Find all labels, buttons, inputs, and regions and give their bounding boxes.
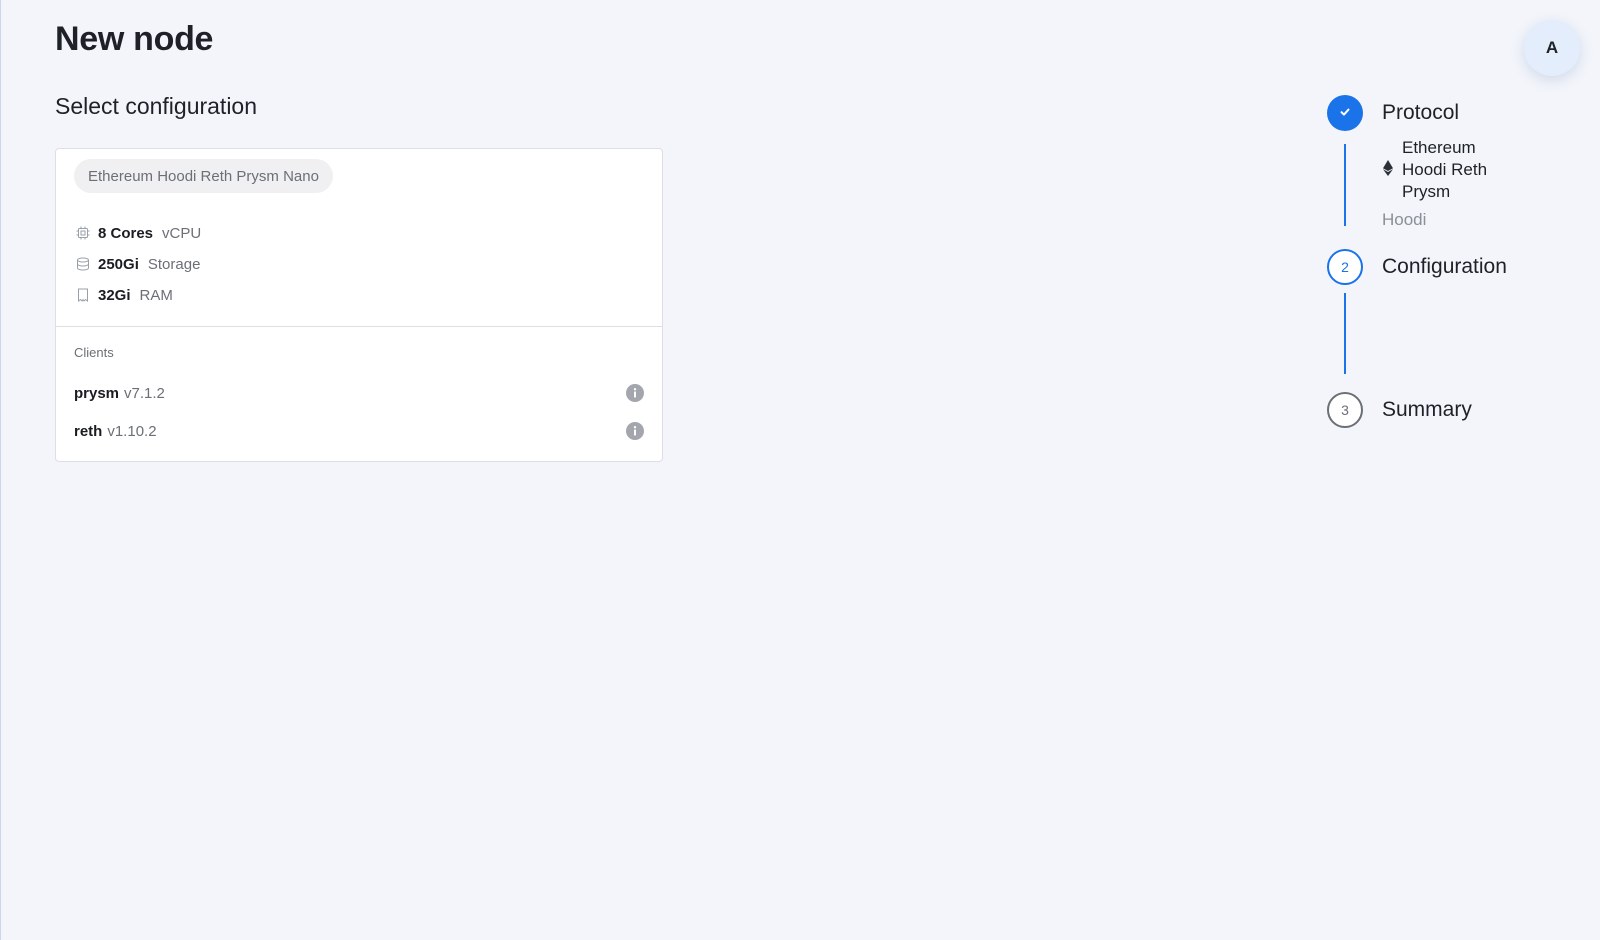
spec-label-cpu: vCPU [162, 224, 202, 242]
cpu-icon [76, 226, 90, 240]
configuration-specs-section: Ethereum Hoodi Reth Prysm Nano 8 Cores v… [56, 149, 662, 327]
protocol-network: Hoodi [1382, 210, 1427, 229]
spec-row-cpu: 8 Cores vCPU [76, 222, 201, 244]
avatar-initial: A [1545, 38, 1559, 57]
info-icon[interactable] [626, 384, 644, 402]
left-edge-divider [0, 0, 1, 940]
client-version: v7.1.2 [124, 384, 165, 402]
ethereum-icon [1382, 159, 1394, 181]
step-configuration-indicator[interactable]: 2 [1327, 249, 1363, 285]
client-row-reth: reth v1.10.2 [74, 420, 644, 442]
protocol-selection-lines: Ethereum Hoodi Reth Prysm [1402, 137, 1487, 203]
spec-value-cpu: 8 Cores [98, 224, 154, 242]
section-title: Select configuration [55, 93, 258, 119]
tier-chip-label: Ethereum Hoodi Reth Prysm Nano [88, 167, 319, 185]
step-connector-1 [1344, 144, 1346, 226]
protocol-line: Ethereum [1402, 138, 1476, 157]
clients-label: Clients [74, 345, 114, 360]
step-protocol-label[interactable]: Protocol [1382, 101, 1459, 125]
check-icon [1338, 105, 1352, 122]
storage-icon [76, 257, 90, 271]
spec-row-storage: 250Gi Storage [76, 253, 200, 275]
tier-chip: Ethereum Hoodi Reth Prysm Nano [74, 159, 333, 193]
step-summary-label[interactable]: Summary [1382, 398, 1472, 422]
spec-value-storage: 250Gi [98, 255, 139, 273]
step-number: 2 [1341, 259, 1349, 275]
user-avatar[interactable]: A [1524, 20, 1580, 76]
step-protocol-indicator[interactable] [1327, 95, 1363, 131]
client-row-prysm: prysm v7.1.2 [74, 382, 644, 404]
protocol-line: Prysm [1402, 182, 1451, 201]
client-version: v1.10.2 [107, 422, 157, 440]
client-name: reth [74, 422, 103, 440]
info-icon[interactable] [626, 422, 644, 440]
spec-label-ram: RAM [139, 286, 173, 304]
protocol-selection-summary: Ethereum Hoodi Reth Prysm [1382, 137, 1487, 203]
step-summary-indicator[interactable]: 3 [1327, 392, 1363, 428]
spec-value-ram: 32Gi [98, 286, 131, 304]
step-number: 3 [1341, 402, 1349, 418]
step-configuration-label[interactable]: Configuration [1382, 255, 1507, 279]
spec-row-ram: 32Gi RAM [76, 284, 173, 306]
ram-icon [76, 288, 90, 302]
configuration-card[interactable]: Ethereum Hoodi Reth Prysm Nano 8 Cores v… [55, 148, 663, 462]
client-name: prysm [74, 384, 120, 402]
spec-label-storage: Storage [147, 255, 201, 273]
page-title: New node [55, 20, 214, 58]
step-connector-2 [1344, 293, 1346, 374]
protocol-line: Hoodi Reth [1402, 160, 1488, 179]
